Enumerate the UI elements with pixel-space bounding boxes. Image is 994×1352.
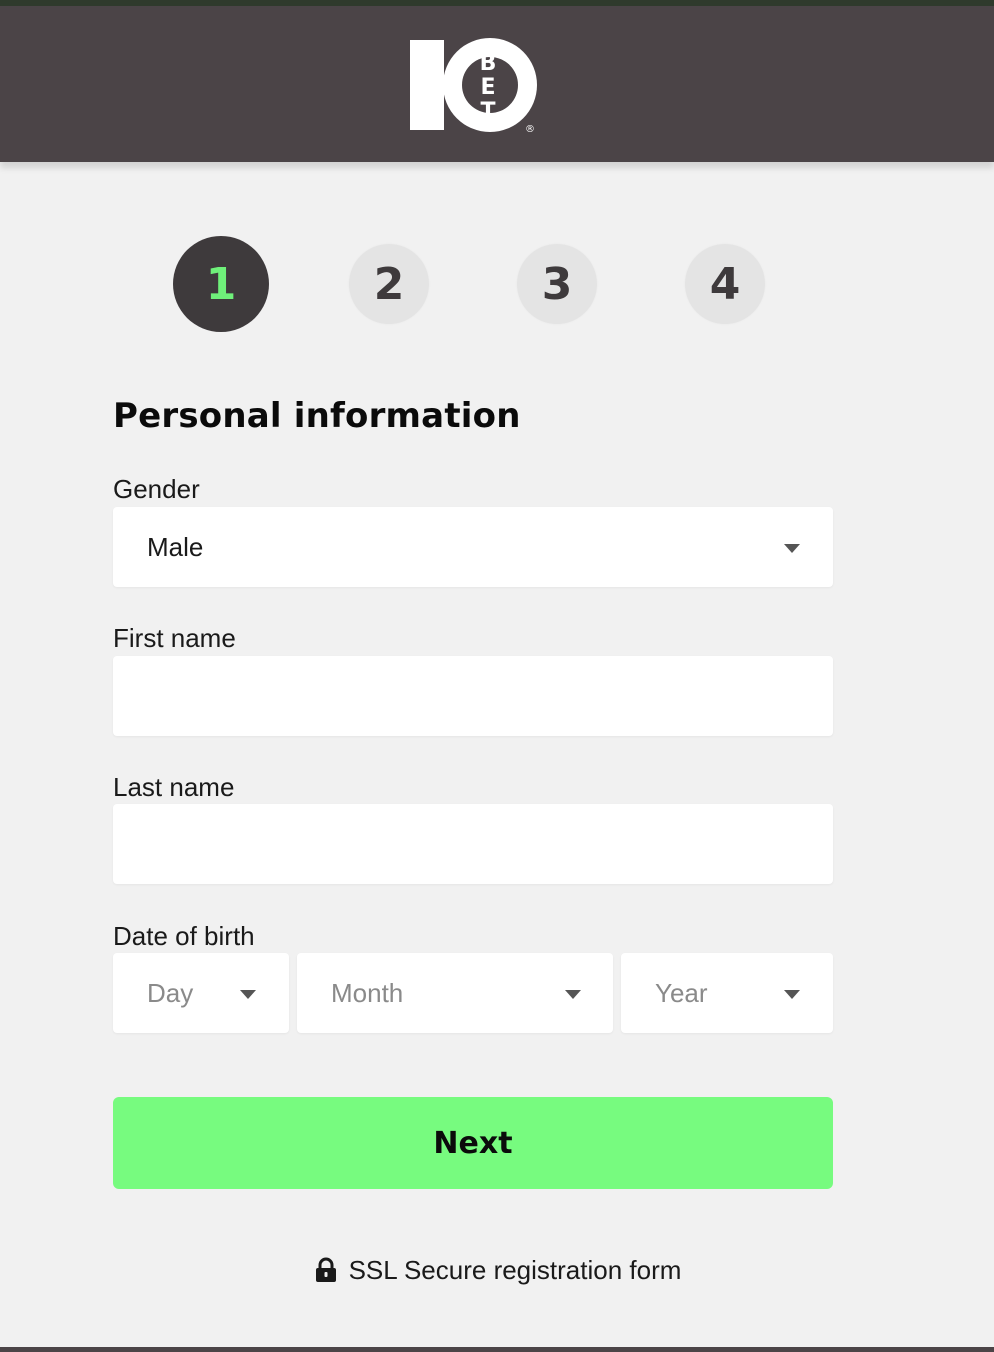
dob-day-placeholder: Day (147, 978, 194, 1008)
chevron-down-icon (565, 990, 581, 999)
dob-year-placeholder: Year (655, 978, 708, 1008)
logo-letter-e: E (480, 75, 495, 100)
app-header: B E T ® (0, 0, 994, 162)
logo-letter-b: B (480, 51, 497, 76)
lock-icon (315, 1257, 336, 1282)
last-name-field-wrapper (113, 804, 833, 884)
gender-label: Gender (113, 474, 200, 504)
step-3: 3 (517, 244, 597, 324)
ssl-notice-text: SSL Secure registration form (348, 1254, 682, 1285)
chevron-down-icon (784, 544, 800, 553)
progress-steps: 1 2 3 4 (0, 236, 994, 332)
step-4: 4 (685, 244, 765, 324)
step-2: 2 (349, 244, 429, 324)
logo-letter-t: T (480, 99, 495, 124)
last-name-label: Last name (113, 772, 235, 802)
last-name-input[interactable] (113, 804, 833, 884)
dob-month-select[interactable]: Month (297, 953, 613, 1033)
dob-month-placeholder: Month (331, 978, 404, 1008)
chevron-down-icon (784, 990, 800, 999)
first-name-input[interactable] (113, 656, 833, 736)
step-1: 1 (173, 236, 269, 332)
first-name-field-wrapper (113, 656, 833, 736)
first-name-label: First name (113, 623, 236, 653)
page-title: Personal information (113, 396, 521, 436)
dob-day-select[interactable]: Day (113, 953, 289, 1033)
date-of-birth-label: Date of birth (113, 921, 255, 951)
logo-registered-mark: ® (525, 124, 535, 135)
gender-select[interactable]: Male (113, 507, 833, 587)
chevron-down-icon (240, 990, 256, 999)
brand-logo[interactable]: B E T ® (410, 36, 540, 136)
dob-year-select[interactable]: Year (621, 953, 833, 1033)
bottom-bar (0, 1347, 994, 1352)
gender-selected-value: Male (147, 532, 204, 562)
ssl-notice: SSL Secure registration form (0, 1250, 994, 1290)
next-button[interactable]: Next (113, 1097, 833, 1189)
